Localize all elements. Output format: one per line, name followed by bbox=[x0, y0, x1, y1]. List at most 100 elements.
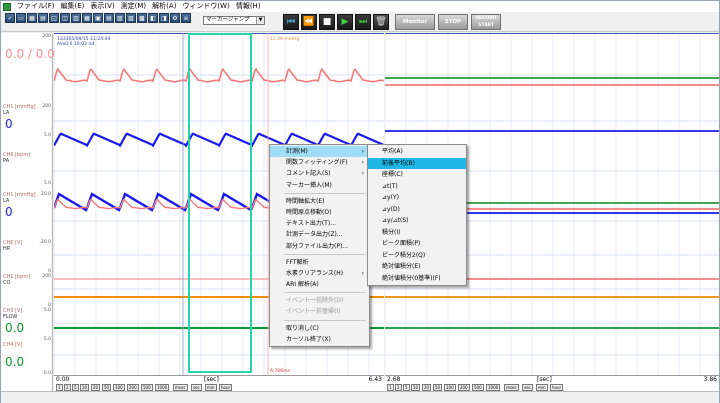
report-button[interactable]: ▥ bbox=[71, 13, 81, 23]
context-menu-item[interactable]: カーソル終了(X) bbox=[270, 334, 369, 345]
menu-window[interactable]: ウィンドウ(W) bbox=[179, 1, 232, 12]
time-scale-unit-button[interactable]: 20 bbox=[91, 384, 101, 391]
time-scale-unit-button[interactable]: 1000 bbox=[486, 384, 501, 391]
save-button[interactable]: ✓ bbox=[5, 13, 15, 23]
submenu-item[interactable]: 平均(A) bbox=[368, 146, 466, 158]
context-menu-item[interactable]: マーカー挿入(M) bbox=[270, 180, 369, 191]
context-menu-item[interactable]: 取り消し(C) bbox=[270, 323, 369, 334]
record-start-button[interactable]: RECORD START bbox=[471, 14, 501, 30]
channel-button[interactable]: ▩ bbox=[137, 13, 147, 23]
monitor-button[interactable]: Monitor bbox=[395, 14, 435, 30]
time-scale-unit-button[interactable]: hour bbox=[550, 384, 564, 391]
context-menu-item[interactable]: 時間原点移動(O) bbox=[270, 207, 369, 218]
submenu-item[interactable]: ⊿y(Y) bbox=[368, 192, 466, 204]
section-button[interactable]: ▣ bbox=[93, 13, 103, 23]
time-scale-unit-button[interactable]: 100 bbox=[113, 384, 125, 391]
time-scale-unit-button[interactable]: 10 bbox=[80, 384, 90, 391]
time-scale-unit-button[interactable]: msec bbox=[173, 384, 188, 391]
time-scale-unit-button[interactable]: 500 bbox=[141, 384, 153, 391]
channel-row[interactable]: 0.0 / 0.0 200 bbox=[1, 33, 55, 73]
time-scale-unit-button[interactable]: hour bbox=[219, 384, 233, 391]
x-end-left: 6.43 bbox=[368, 376, 382, 383]
trash-icon[interactable]: 🗑 bbox=[373, 14, 389, 30]
time-scale-unit-button[interactable]: sec bbox=[191, 384, 202, 391]
grid-button[interactable]: ▦ bbox=[82, 13, 92, 23]
context-menu-item[interactable]: 計測データ出力(Z)... bbox=[270, 229, 369, 240]
context-menu-item[interactable]: FFT解析 bbox=[270, 257, 369, 268]
channel-row[interactable]: CH1 [mmHg] LA 0 20.0 bbox=[1, 191, 53, 231]
time-scale-unit-button[interactable]: 2 bbox=[395, 384, 402, 391]
menu-analysis[interactable]: 解析(A) bbox=[149, 1, 179, 12]
time-scale-unit-button[interactable]: 500 bbox=[472, 384, 484, 391]
play-button[interactable]: ▶ bbox=[337, 14, 353, 30]
time-axis-right: 2.68 [sec] 3.86 1 2 5 10 20 50 100 200 500 1000 ms… bbox=[385, 375, 719, 391]
submenu-item[interactable]: ⊿t(T) bbox=[368, 181, 466, 193]
time-scale-unit-button[interactable]: 1 bbox=[56, 384, 63, 391]
time-scale-unit-button[interactable]: 20 bbox=[422, 384, 432, 391]
channel-row[interactable]: CH1 [mmHg] LA 0 200 5.0 bbox=[1, 103, 53, 143]
channel-scale-top: 5.0 bbox=[43, 308, 51, 313]
time-scale-unit-button[interactable]: 5 bbox=[403, 384, 410, 391]
channel-header: CH4 [V] bbox=[3, 342, 23, 348]
submenu-item[interactable]: 座標(C) bbox=[368, 169, 466, 181]
time-scale-unit-button[interactable]: sec bbox=[522, 384, 533, 391]
list-button[interactable]: ≡ bbox=[181, 13, 191, 23]
context-menu-item[interactable]: テキスト出力(T)... bbox=[270, 218, 369, 229]
menu-info[interactable]: 情報(H) bbox=[233, 1, 264, 12]
stop-playback-button[interactable]: ■ bbox=[319, 14, 335, 30]
time-scale-unit-button[interactable]: 5 bbox=[72, 384, 79, 391]
print-button[interactable]: ▭ bbox=[16, 13, 26, 23]
submenu-item[interactable]: 前後平均(B) bbox=[368, 157, 466, 169]
submenu-item[interactable]: ピーク積分2(Q) bbox=[368, 250, 466, 262]
cursor-button[interactable]: ▧ bbox=[115, 13, 125, 23]
marker-button[interactable]: ▨ bbox=[126, 13, 136, 23]
horizontal-scrollbar[interactable] bbox=[1, 391, 719, 403]
context-menu-item[interactable]: ARI 解析(A) bbox=[270, 279, 369, 290]
skip-back-button[interactable]: ⏪ bbox=[301, 14, 317, 30]
event-button[interactable]: ◧ bbox=[148, 13, 158, 23]
fft-button[interactable]: ◨ bbox=[159, 13, 169, 23]
context-menu-item[interactable]: コメント記入(S) › bbox=[270, 168, 369, 179]
chevron-down-icon: ▼ bbox=[256, 17, 264, 24]
context-menu-item[interactable]: 計測(M) › bbox=[270, 146, 369, 158]
menu-view[interactable]: 表示(V) bbox=[87, 1, 117, 12]
menu-file[interactable]: ファイル(F) bbox=[14, 1, 58, 12]
fast-forward-button[interactable]: ⏭ bbox=[355, 14, 371, 30]
time-scale-unit-button[interactable]: min bbox=[536, 384, 548, 391]
context-menu-item[interactable]: 水素クリアランス(H) › bbox=[270, 268, 369, 279]
time-scale-unit-button[interactable]: 10 bbox=[411, 384, 421, 391]
zoom-button[interactable]: ◱ bbox=[49, 13, 59, 23]
analysis-button[interactable]: ▤ bbox=[104, 13, 114, 23]
time-scale-unit-button[interactable]: 100 bbox=[444, 384, 456, 391]
settings-button[interactable]: ⚙ bbox=[170, 13, 180, 23]
channel-row[interactable]: CH6 [bpm] PA 5.0 bbox=[1, 151, 53, 191]
time-scale-unit-button[interactable]: 1000 bbox=[155, 384, 170, 391]
stop-button[interactable]: STOP bbox=[438, 14, 468, 30]
submenu-item[interactable]: 絶対値積分(0基準)(F) bbox=[368, 273, 466, 285]
menu-edit[interactable]: 編集(E) bbox=[58, 1, 88, 12]
time-scale-unit-button[interactable]: 200 bbox=[458, 384, 470, 391]
submenu-item[interactable]: 積分(I) bbox=[368, 227, 466, 239]
marker-jump-combo[interactable]: マーカージャンプ ▼ bbox=[203, 16, 265, 25]
chevron-right-icon: › bbox=[361, 148, 364, 155]
submenu-item[interactable]: ピーク面積(P) bbox=[368, 238, 466, 250]
time-scale-unit-button[interactable]: 200 bbox=[127, 384, 139, 391]
context-menu-item[interactable]: 部分ファイル出力(P)... bbox=[270, 241, 369, 252]
submenu-item[interactable]: ⊿y(D) bbox=[368, 204, 466, 216]
time-scale-unit-button[interactable]: 1 bbox=[387, 384, 394, 391]
time-scale-unit-button[interactable]: 2 bbox=[64, 384, 71, 391]
rewind-start-button[interactable]: ⏮ bbox=[283, 14, 299, 30]
channel-row[interactable]: CH4 [V] 0.0 0.0 bbox=[1, 341, 53, 381]
window-button[interactable]: ▤ bbox=[38, 13, 48, 23]
context-menu-item[interactable]: 時間軸拡大(E) bbox=[270, 196, 369, 207]
submenu-item[interactable]: 絶対値積分(E) bbox=[368, 261, 466, 273]
context-menu-item[interactable]: 関数フィッティング(F) › bbox=[270, 157, 369, 168]
time-scale-unit-button[interactable]: min bbox=[205, 384, 217, 391]
time-axis-button[interactable]: ◫ bbox=[60, 13, 70, 23]
time-scale-unit-button[interactable]: msec bbox=[504, 384, 519, 391]
time-scale-unit-button[interactable]: 50 bbox=[433, 384, 443, 391]
time-scale-unit-button[interactable]: 50 bbox=[102, 384, 112, 391]
open-button[interactable]: ▦ bbox=[27, 13, 37, 23]
submenu-item[interactable]: ⊿y/⊿t(S) bbox=[368, 215, 466, 227]
menu-measure[interactable]: 測定(M) bbox=[118, 1, 150, 12]
